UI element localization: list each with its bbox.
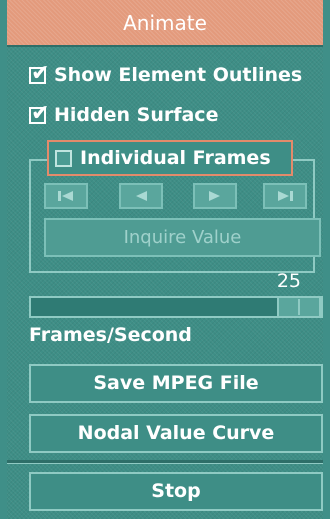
individual-frames-option[interactable]: Individual Frames <box>47 140 293 176</box>
stop-button[interactable]: Stop <box>29 472 323 511</box>
step-forward-icon <box>209 191 220 201</box>
hidden-surface-checkbox[interactable]: ✔ <box>29 102 49 124</box>
show-element-outlines-label: Show Element Outlines <box>54 64 303 86</box>
inquire-value-button[interactable]: Inquire Value <box>44 218 321 257</box>
hidden-surface-label: Hidden Surface <box>54 104 219 126</box>
skip-to-start-icon <box>58 191 73 201</box>
nodal-value-curve-button[interactable]: Nodal Value Curve <box>29 414 323 453</box>
show-element-outlines-option[interactable]: ✔ Show Element Outlines <box>29 60 302 90</box>
show-element-outlines-checkbox[interactable]: ✔ <box>29 62 49 84</box>
frame-rate-value: 25 <box>276 270 301 292</box>
individual-frames-checkbox[interactable] <box>55 149 72 167</box>
skip-to-end-icon <box>278 191 293 201</box>
panel-title: Animate <box>7 0 323 47</box>
next-frame-button[interactable] <box>193 183 237 209</box>
hidden-surface-option[interactable]: ✔ Hidden Surface <box>29 100 218 130</box>
save-mpeg-file-button[interactable]: Save MPEG File <box>29 364 323 403</box>
previous-frame-button[interactable] <box>119 183 163 209</box>
first-frame-button[interactable] <box>44 183 88 209</box>
divider <box>7 460 323 464</box>
individual-frames-label: Individual Frames <box>80 147 271 169</box>
frame-rate-slider-thumb[interactable] <box>277 296 321 318</box>
checkmark-icon: ✔ <box>31 60 50 86</box>
frame-rate-slider[interactable] <box>29 296 323 318</box>
last-frame-button[interactable] <box>263 183 307 209</box>
animate-panel: Animate ✔ Show Element Outlines ✔ Hidden… <box>0 0 330 519</box>
frames-per-second-label: Frames/Second <box>29 324 192 346</box>
checkmark-icon: ✔ <box>31 100 50 126</box>
step-back-icon <box>136 191 147 201</box>
